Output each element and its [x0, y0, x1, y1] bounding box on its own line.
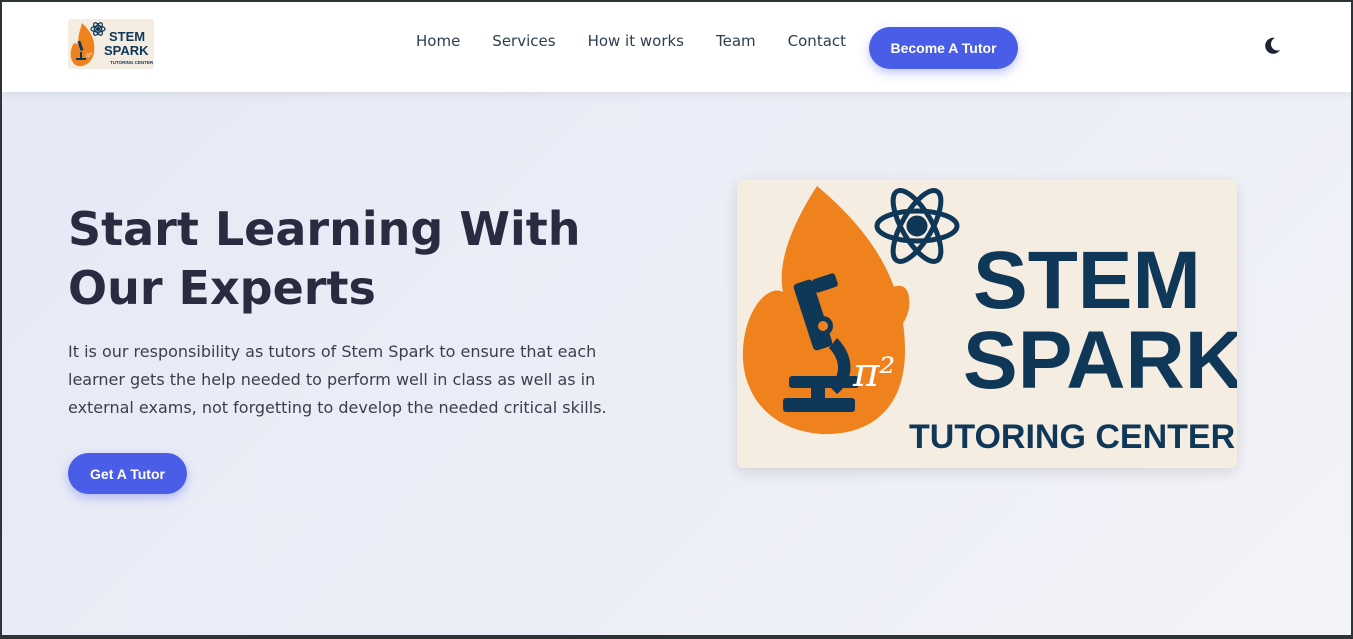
hero-section: Start Learning With Our Experts It is ou…: [2, 92, 1351, 635]
svg-text:TUTORING CENTER: TUTORING CENTER: [909, 418, 1235, 456]
hero-title: Start Learning With Our Experts: [68, 202, 581, 315]
hero-logo-image: π² STEM SPARK TUTORING CENTER: [737, 180, 1237, 468]
nav-link-contact[interactable]: Contact: [788, 32, 846, 50]
svg-text:STEM: STEM: [109, 29, 145, 44]
get-a-tutor-button[interactable]: Get A Tutor: [68, 453, 187, 494]
svg-text:π²: π²: [85, 52, 93, 59]
nav-link-home[interactable]: Home: [416, 32, 460, 50]
nav-link-how-it-works[interactable]: How it works: [588, 32, 684, 50]
svg-text:STEM: STEM: [973, 235, 1201, 326]
become-a-tutor-button[interactable]: Become A Tutor: [869, 27, 1018, 69]
svg-text:SPARK: SPARK: [963, 315, 1237, 406]
browser-viewport: π² STEM SPARK TUTORING CENTER Home Servi…: [2, 2, 1351, 635]
hero-description: It is our responsibility as tutors of St…: [68, 342, 607, 417]
svg-text:SPARK: SPARK: [104, 43, 149, 58]
svg-text:π²: π²: [852, 350, 895, 396]
moon-icon[interactable]: [1262, 36, 1282, 56]
svg-text:TUTORING CENTER: TUTORING CENTER: [110, 60, 154, 65]
main-navigation: Home Services How it works Team Contact: [416, 32, 846, 50]
nav-link-services[interactable]: Services: [492, 32, 555, 50]
top-navbar: π² STEM SPARK TUTORING CENTER Home Servi…: [2, 2, 1351, 92]
nav-link-team[interactable]: Team: [716, 32, 756, 50]
site-logo[interactable]: π² STEM SPARK TUTORING CENTER: [68, 19, 154, 69]
atom-icon: [874, 188, 960, 264]
